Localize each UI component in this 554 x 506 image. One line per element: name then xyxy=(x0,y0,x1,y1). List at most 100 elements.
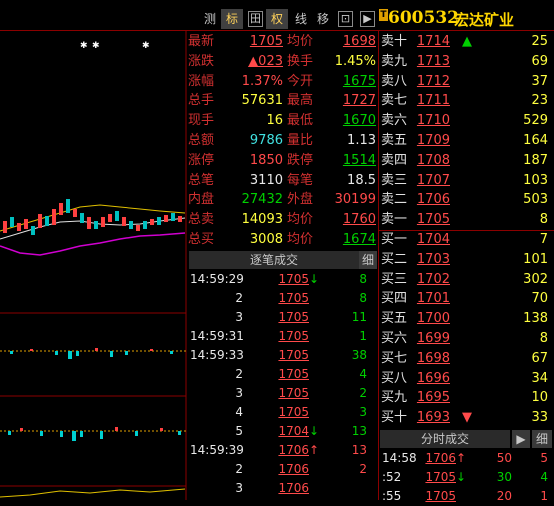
order-qty: 70 xyxy=(531,291,548,307)
arrow-up-icon: ↑ xyxy=(456,451,467,465)
order-book-row[interactable]: 买一 1704 7 xyxy=(378,230,554,250)
order-book-row[interactable]: 卖八 1712 37 xyxy=(378,72,554,92)
stat-row: 涨停 1850 跌停 1514 xyxy=(187,151,378,171)
tick-qty: 3 xyxy=(359,405,367,419)
arrow-down-icon: ↓ xyxy=(309,272,320,286)
toolbar-line-button[interactable]: 线 xyxy=(290,9,312,29)
order-label: 买七 xyxy=(381,350,408,366)
stat-value: 1727 xyxy=(342,93,376,109)
toolbar-move-button[interactable]: 移 xyxy=(312,9,334,29)
stat-label: 总笔 xyxy=(188,172,215,188)
order-book-row[interactable]: 卖六 1710 529 xyxy=(378,111,554,131)
arrow-down-icon: ▼ xyxy=(462,410,472,426)
order-label: 买四 xyxy=(381,291,408,307)
order-book-row[interactable]: 买九 1695 10 xyxy=(378,388,554,408)
minute-extra: 4 xyxy=(540,470,548,484)
order-qty: 101 xyxy=(523,251,548,267)
tick-qty: 11 xyxy=(351,310,367,324)
stat-value: 27432 xyxy=(241,192,283,208)
stat-value: 1675 xyxy=(342,73,376,89)
chart-marker: ✱ xyxy=(80,41,88,51)
stat-value: 1.45% xyxy=(334,53,376,69)
stat-label: 最高 xyxy=(287,93,314,109)
tick-qty: 13 xyxy=(351,443,367,457)
order-qty: 103 xyxy=(523,172,548,188)
chart-marker: ✱ xyxy=(142,41,150,51)
stat-value: 9786 xyxy=(249,133,283,148)
order-book-row[interactable]: 买五 1700 138 xyxy=(378,309,554,329)
order-qty: 25 xyxy=(531,34,548,49)
tick-qty: 1 xyxy=(359,329,367,343)
tick-time: 2 xyxy=(235,462,243,476)
order-book-row[interactable]: 卖四 1708 187 xyxy=(378,151,554,171)
order-qty: 10 xyxy=(531,390,548,406)
order-price: 1700 xyxy=(416,311,450,327)
toolbar-mark-button[interactable]: 标 xyxy=(221,9,243,29)
stat-label: 最新 xyxy=(188,34,215,49)
tick-row: 3 1706 xyxy=(187,479,378,498)
stat-value: 1674 xyxy=(342,232,376,247)
order-price: 1696 xyxy=(416,370,450,386)
tick-qty: 13 xyxy=(351,424,367,438)
tick-time: 3 xyxy=(235,310,243,324)
toolbar-grid-button[interactable]: 田 xyxy=(248,11,263,27)
stat-value: 14093 xyxy=(241,212,283,228)
stat-value: 1698 xyxy=(342,34,376,49)
stat-row: 最新 1705 均价 1698 xyxy=(187,32,378,52)
toolbar-play-button[interactable]: ▶ xyxy=(360,11,375,27)
minute-row: 14:58 1706 ↑ 50 5 xyxy=(380,449,554,468)
tick-time: 14:59:33 xyxy=(190,348,244,362)
order-book-row[interactable]: 买七 1698 67 xyxy=(378,349,554,369)
order-label: 买五 xyxy=(381,311,408,327)
toolbar-window-button[interactable]: ⊡ xyxy=(338,11,353,27)
order-book-row[interactable]: 买二 1703 101 xyxy=(378,250,554,270)
order-label: 卖三 xyxy=(381,172,408,188)
toolbar-test-button[interactable]: 测 xyxy=(199,9,221,29)
tick-detail-button[interactable]: 细 xyxy=(359,251,377,269)
tick-time: 3 xyxy=(235,386,243,400)
order-price: 1709 xyxy=(416,133,450,148)
order-book-row[interactable]: 买六 1699 8 xyxy=(378,329,554,349)
minute-price: 1705 xyxy=(425,470,456,484)
order-label: 卖九 xyxy=(381,53,408,69)
order-book-row[interactable]: 买八 1696 34 xyxy=(378,369,554,389)
order-book-row[interactable]: 卖一 1705 8 xyxy=(378,210,554,230)
order-label: 买六 xyxy=(381,331,408,346)
t-badge: T xyxy=(379,9,388,21)
stat-label: 内盘 xyxy=(188,192,215,208)
stat-value: 16 xyxy=(266,113,283,129)
intraday-chart[interactable]: ✱ ✱ ✱ xyxy=(0,31,187,500)
order-qty: 529 xyxy=(523,113,548,129)
order-book-row[interactable]: 卖二 1706 503 xyxy=(378,190,554,210)
order-book-row[interactable]: 卖三 1707 103 xyxy=(378,171,554,191)
tick-row: 2 1705 8 xyxy=(187,289,378,308)
tick-time: 4 xyxy=(235,405,243,419)
order-book-row[interactable]: 卖七 1711 23 xyxy=(378,91,554,111)
order-book-row[interactable]: 卖九 1713 69 xyxy=(378,52,554,72)
order-book-row[interactable]: 卖十 1714 ▲ 25 xyxy=(378,32,554,52)
stat-value: 1705 xyxy=(249,34,283,49)
stat-label: 均价 xyxy=(287,232,314,247)
arrow-down-icon: ↓ xyxy=(309,424,320,438)
tick-row: 14:59:39 1706 ↑ 13 xyxy=(187,441,378,460)
order-label: 买八 xyxy=(381,370,408,386)
toolbar-rights-button[interactable]: 权 xyxy=(266,9,288,29)
stat-value: 3110 xyxy=(249,172,283,188)
order-book-row[interactable]: 卖五 1709 164 xyxy=(378,131,554,151)
stat-value: 30199 xyxy=(334,192,376,208)
stat-value: ▲023 xyxy=(248,53,283,69)
tick-row: 2 1706 2 xyxy=(187,460,378,479)
tick-panel-title: 逐笔成交 xyxy=(189,251,359,269)
stat-value: 1514 xyxy=(342,152,376,168)
stat-row: 总笔 3110 每笔 18.5 xyxy=(187,171,378,191)
minute-detail-button[interactable]: 细 xyxy=(532,430,552,448)
order-book-row[interactable]: 买十 1693 ▼ 33 xyxy=(378,408,554,428)
order-qty: 67 xyxy=(531,350,548,366)
tick-time: 5 xyxy=(235,424,243,438)
minute-time: 14:58 xyxy=(382,451,417,465)
stock-code: 600532 xyxy=(388,8,459,28)
order-book-row[interactable]: 买三 1702 302 xyxy=(378,270,554,290)
minute-nav-button[interactable]: ▶ xyxy=(512,430,530,448)
tick-price: 1706 xyxy=(278,481,309,495)
order-book-row[interactable]: 买四 1701 70 xyxy=(378,289,554,309)
